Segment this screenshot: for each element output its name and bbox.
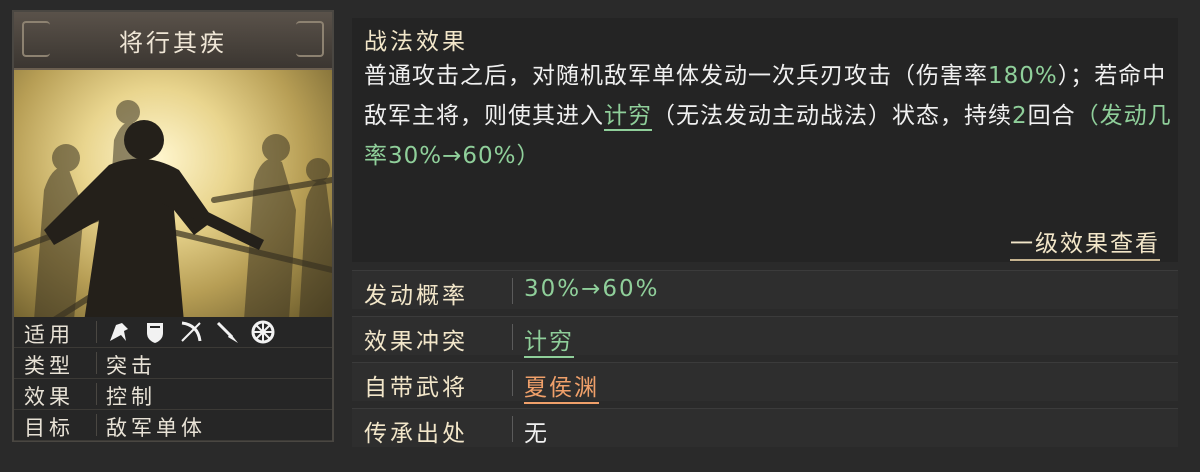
- applicable-label: 适用: [24, 323, 74, 347]
- effect-header: 战法效果: [364, 29, 468, 55]
- skill-title-bar: 将行其疾: [14, 12, 332, 70]
- status-link-jiqiong[interactable]: 计穷: [604, 103, 652, 131]
- source-label: 传承出处: [364, 421, 468, 447]
- divider: [96, 352, 97, 374]
- conflict-link[interactable]: 计穷: [524, 322, 574, 358]
- divider: [96, 321, 97, 343]
- skill-artwork: [14, 70, 332, 322]
- skill-properties: 适用 类型 突击 效果 控制 目标 敌军单体: [14, 317, 332, 441]
- stat-row-trigger-rate: 发动概率 30%→60%: [352, 270, 1178, 309]
- source-value: 无: [524, 421, 549, 447]
- divider: [96, 383, 97, 405]
- stat-row-general: 自带武将 夏侯渊: [352, 362, 1178, 404]
- effect-text-part: （无法发动主动战法）状态，持续: [652, 103, 1012, 129]
- general-label: 自带武将: [364, 375, 468, 401]
- prop-row-effect: 效果 控制: [14, 379, 332, 410]
- target-label: 目标: [24, 416, 74, 440]
- prop-row-target: 目标 敌军单体: [14, 410, 332, 441]
- divider: [512, 370, 513, 396]
- effect-panel: 战法效果 普通攻击之后，对随机敌军单体发动一次兵刃攻击（伤害率180%）；若命中…: [352, 18, 1178, 262]
- trigger-rate-label: 发动概率: [364, 283, 468, 309]
- stat-row-source: 传承出处 无: [352, 408, 1178, 447]
- level-one-effect-button[interactable]: 一级效果查看: [1010, 224, 1160, 261]
- right-ornament-icon: [296, 21, 324, 57]
- divider: [512, 278, 513, 304]
- effect-text-part: 普通攻击之后，对随机敌军单体发动一次兵刃攻击（伤害率: [364, 63, 988, 89]
- siege-wheel-icon: [251, 320, 275, 344]
- divider: [512, 416, 513, 442]
- conflict-label: 效果冲突: [364, 329, 468, 355]
- shield-icon: [147, 323, 163, 343]
- divider: [512, 324, 513, 350]
- prop-row-applicable: 适用: [14, 317, 332, 348]
- trigger-rate-value: 30%→60%: [524, 276, 660, 302]
- spear-icon: [216, 321, 238, 343]
- bow-icon: [181, 321, 202, 342]
- effect-text-part: 回合: [1027, 103, 1076, 129]
- stat-row-conflict: 效果冲突 计穷: [352, 316, 1178, 358]
- troop-icons: [106, 319, 276, 345]
- duration-value: 2: [1012, 103, 1028, 129]
- type-value: 突击: [106, 354, 156, 378]
- divider: [96, 414, 97, 436]
- target-value: 敌军单体: [106, 416, 206, 440]
- prop-row-type: 类型 突击: [14, 348, 332, 379]
- type-label: 类型: [24, 354, 74, 378]
- skill-card: 将行其疾 适用 类型 突击 效果 控制 目标 敌军单体: [12, 10, 334, 442]
- damage-rate-value: 180%: [988, 63, 1058, 89]
- general-link[interactable]: 夏侯渊: [524, 368, 599, 404]
- effect-value: 控制: [106, 385, 156, 409]
- cavalry-icon: [110, 323, 128, 341]
- skill-title: 将行其疾: [119, 29, 227, 57]
- effect-description: 普通攻击之后，对随机敌军单体发动一次兵刃攻击（伤害率180%）；若命中敌军主将，…: [364, 56, 1174, 176]
- effect-label: 效果: [24, 385, 74, 409]
